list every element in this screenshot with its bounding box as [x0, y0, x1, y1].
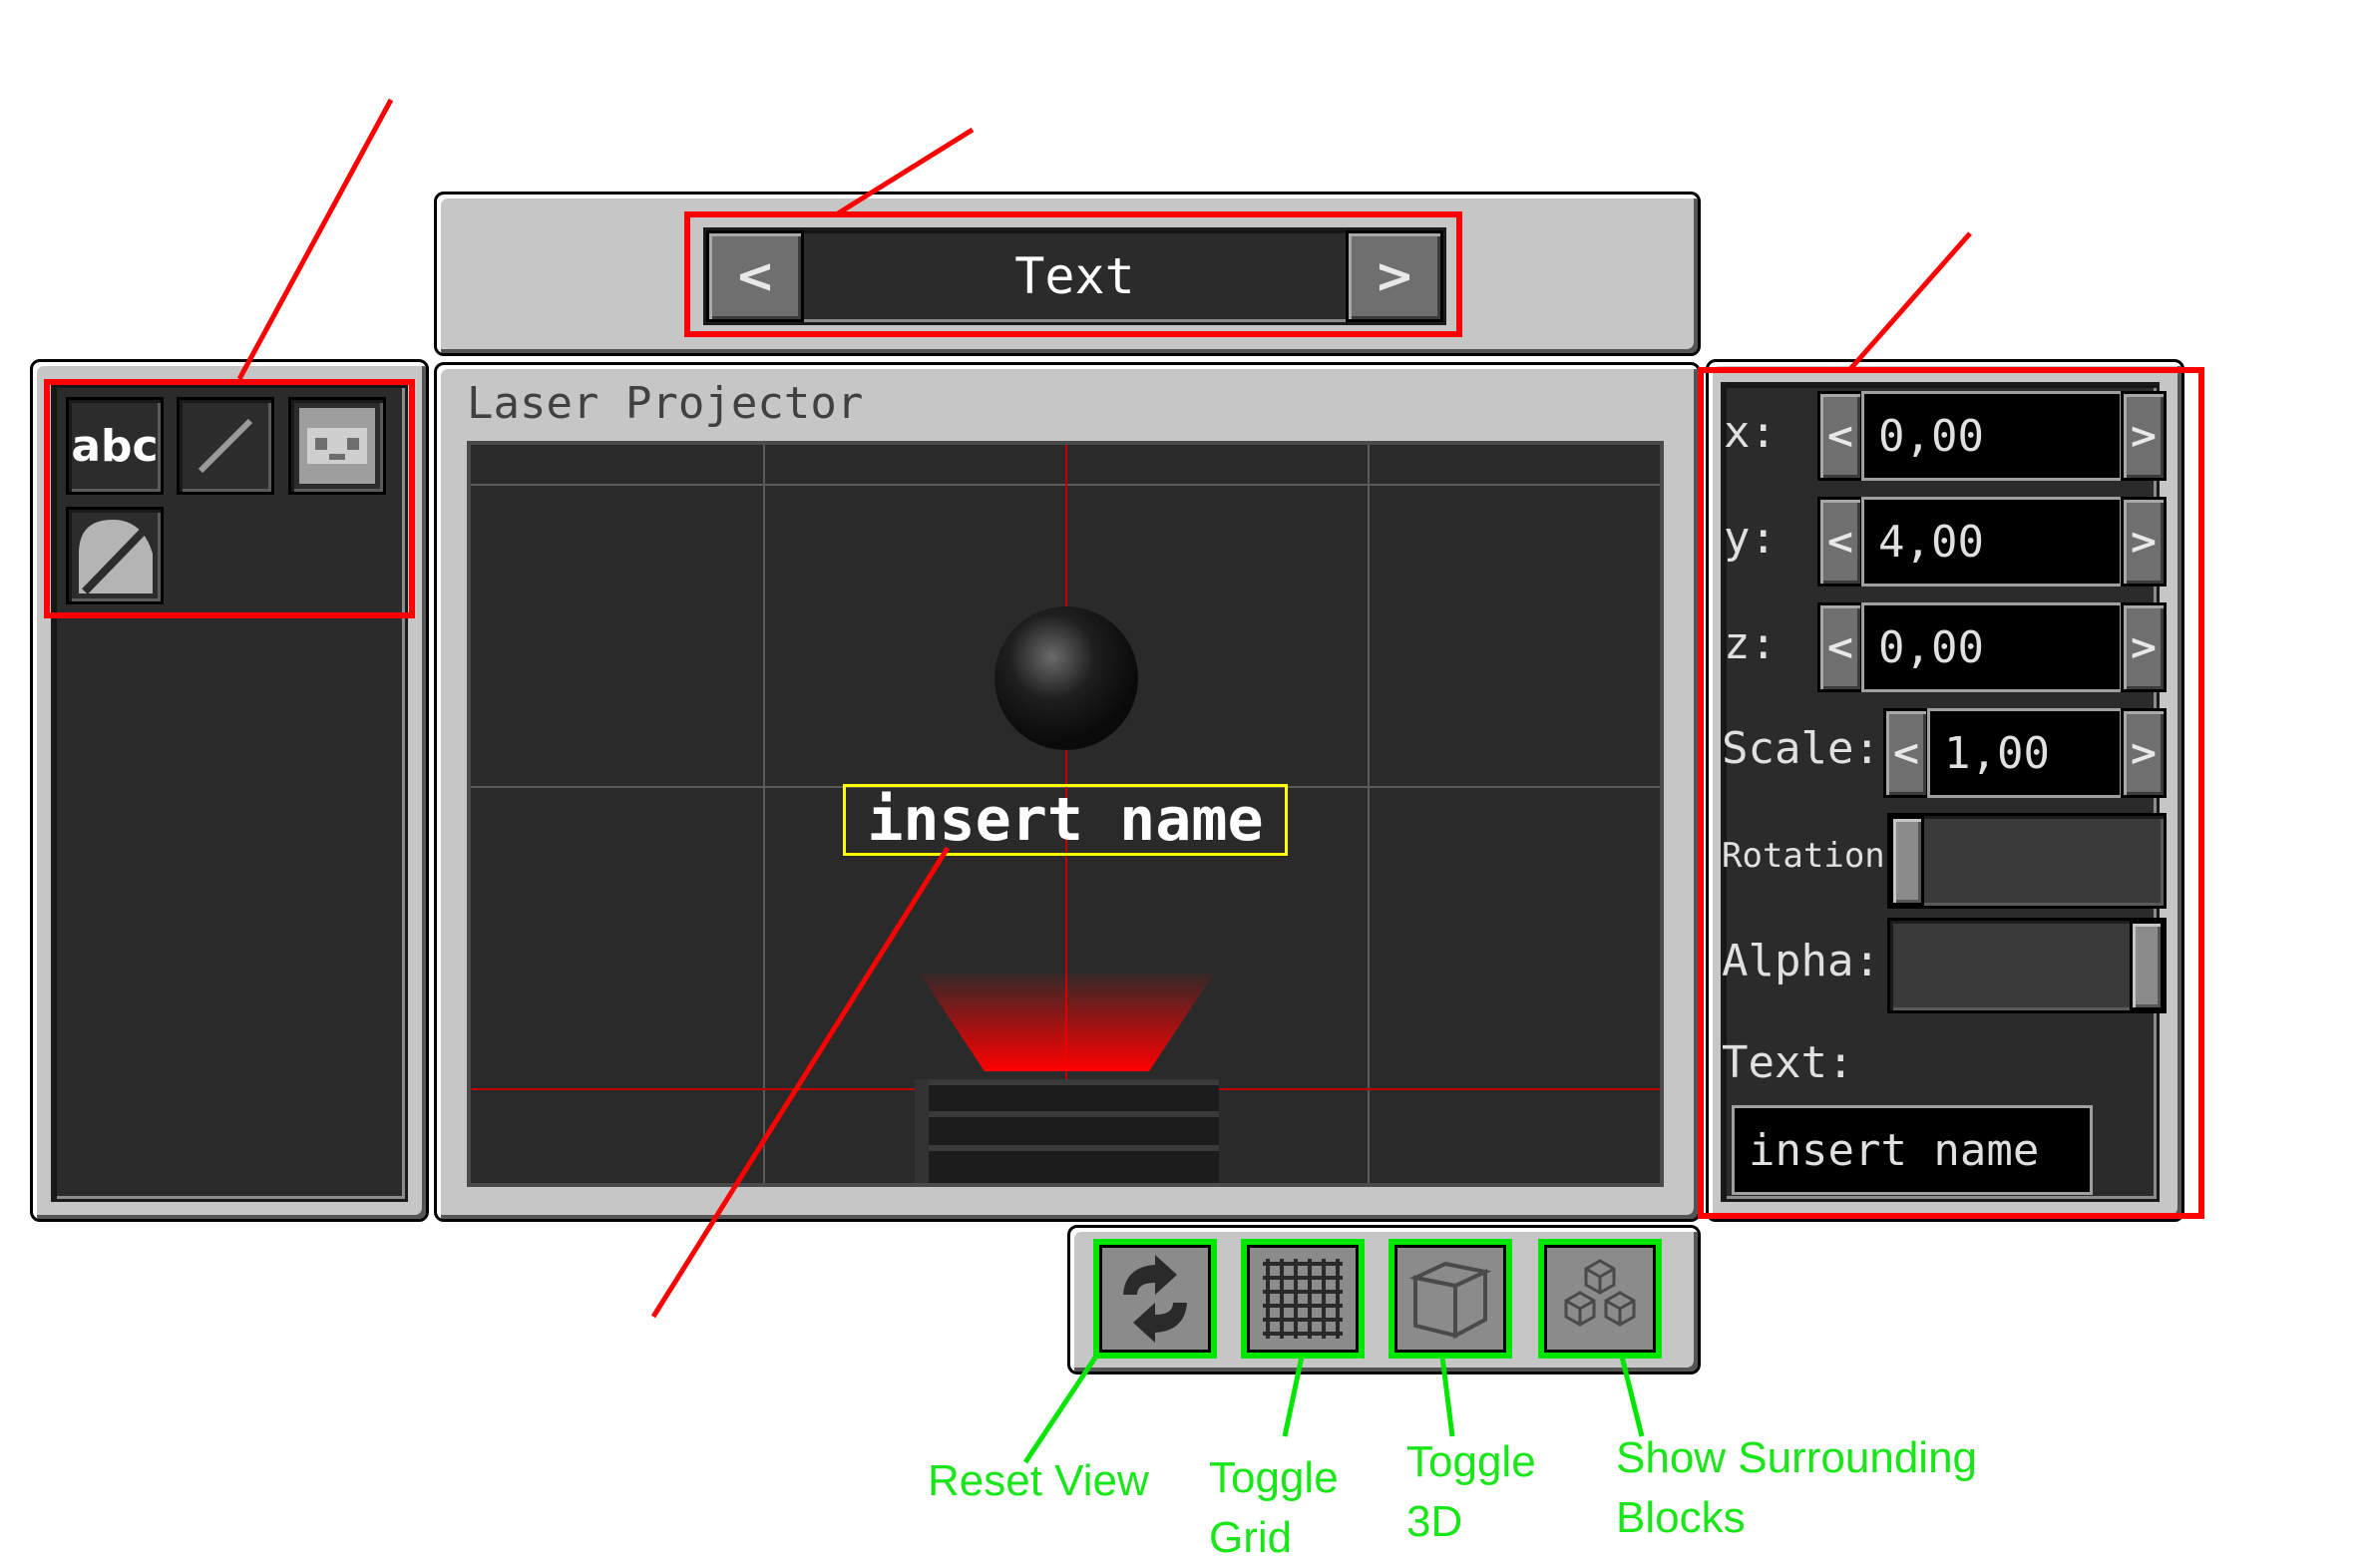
projector-title: Laser Projector [467, 378, 864, 429]
reset-view-highlight [1093, 1239, 1217, 1359]
preview-text[interactable]: insert name [843, 784, 1288, 856]
toggle-3d-caption: Toggle 3D [1406, 1437, 1536, 1546]
toggle-grid-caption: Toggle Grid [1209, 1453, 1339, 1562]
show-surrounding-blocks-caption: Show Surrounding Blocks [1616, 1433, 1978, 1542]
toggle-3d-highlight [1388, 1239, 1512, 1359]
projector-block [915, 1079, 1219, 1183]
laser-beam [920, 974, 1214, 1071]
toggle-grid-highlight [1241, 1239, 1365, 1359]
show-surrounding-blocks-highlight [1538, 1239, 1662, 1359]
mode-selector-highlight [684, 211, 1462, 337]
properties-callout-line [1848, 231, 1972, 371]
properties-highlight [1698, 367, 2204, 1219]
sphere-object [994, 606, 1138, 750]
reset-view-caption: Reset View [928, 1456, 1149, 1505]
palette-callout-line [236, 98, 394, 381]
preview-viewport[interactable]: insert name [467, 441, 1664, 1187]
palette-highlight [44, 379, 415, 618]
